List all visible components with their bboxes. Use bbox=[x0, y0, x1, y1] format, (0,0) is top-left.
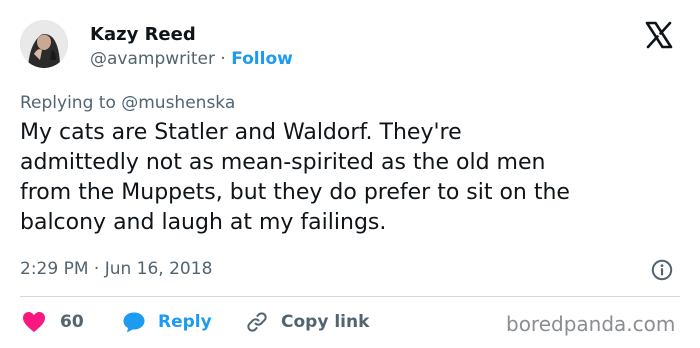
like-button[interactable]: 60 bbox=[22, 310, 84, 334]
reply-bubble-icon bbox=[123, 312, 145, 333]
copy-link-button[interactable]: Copy link bbox=[245, 310, 369, 334]
tweet-text: My cats are Statler and Waldorf. They're… bbox=[20, 118, 680, 238]
separator-dot: · bbox=[220, 49, 226, 69]
watermark: boredpanda.com bbox=[506, 312, 676, 336]
display-name[interactable]: Kazy Reed bbox=[90, 24, 196, 45]
tweet-text-line: admittedly not as mean-spirited as the o… bbox=[20, 150, 546, 175]
info-icon[interactable] bbox=[651, 259, 673, 281]
follow-button[interactable]: Follow bbox=[231, 49, 293, 69]
heart-icon bbox=[23, 312, 45, 332]
reply-button[interactable]: Reply bbox=[122, 310, 212, 334]
x-logo-icon[interactable] bbox=[644, 20, 674, 50]
user-handle[interactable]: @avampwriter bbox=[90, 49, 215, 69]
copy-link-label: Copy link bbox=[281, 312, 370, 332]
tweet-text-line: My cats are Statler and Waldorf. They're bbox=[20, 120, 462, 145]
tweet-text-line: balcony and laugh at my failings. bbox=[20, 210, 387, 235]
link-icon bbox=[247, 312, 267, 332]
divider bbox=[20, 296, 680, 297]
like-count: 60 bbox=[60, 312, 84, 332]
handle-row: @avampwriter · Follow bbox=[90, 49, 293, 69]
reply-label: Reply bbox=[158, 312, 212, 332]
avatar[interactable] bbox=[20, 20, 68, 68]
tweet-text-line: from the Muppets, but they do prefer to … bbox=[20, 180, 570, 205]
replying-to: Replying to @mushenska bbox=[20, 93, 236, 113]
tweet-card: Kazy Reed @avampwriter · Follow Replying… bbox=[0, 0, 700, 348]
tweet-timestamp[interactable]: 2:29 PM · Jun 16, 2018 bbox=[20, 259, 212, 279]
